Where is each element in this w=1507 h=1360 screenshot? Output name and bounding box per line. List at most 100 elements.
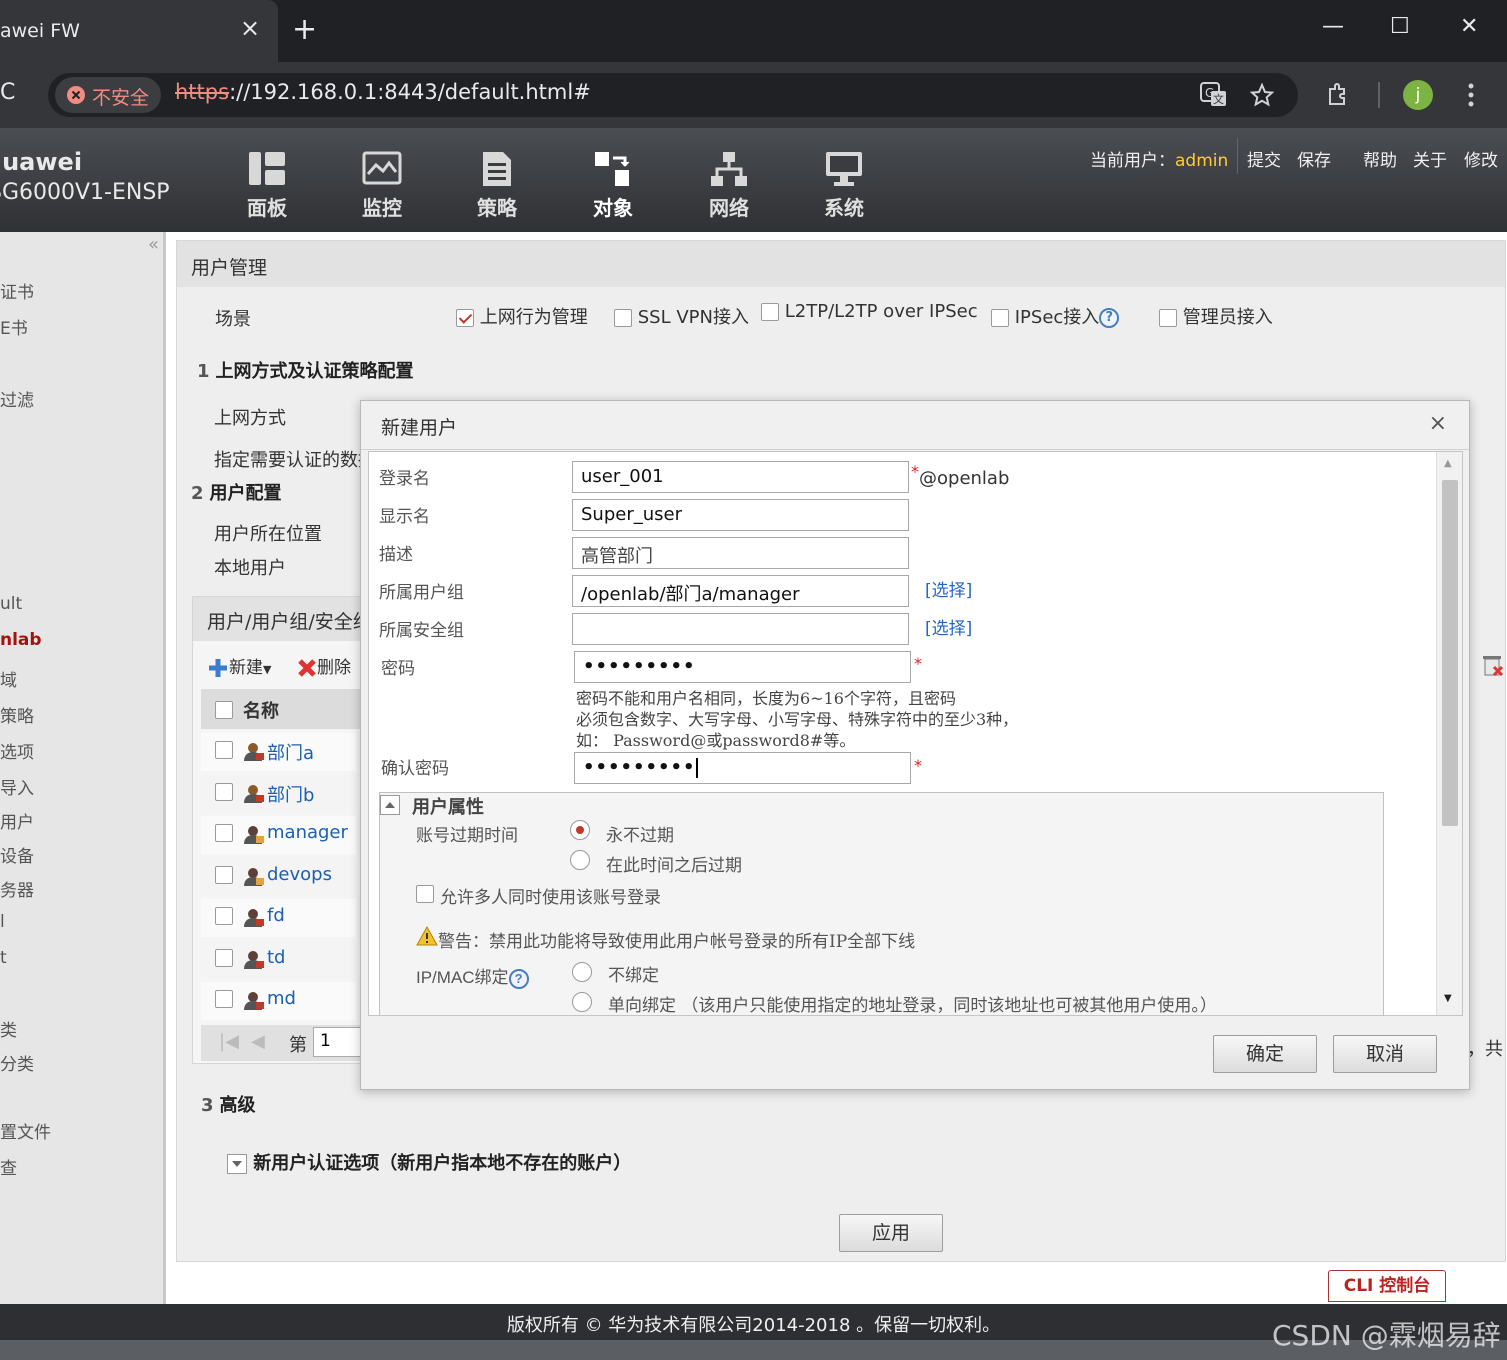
radio-never-expire[interactable] <box>570 819 590 840</box>
row-checkbox[interactable] <box>215 990 233 1008</box>
scene-option-l2tp[interactable]: L2TP/L2TP over IPSec <box>761 301 978 322</box>
checkbox[interactable] <box>614 309 632 327</box>
checkbox[interactable] <box>761 303 779 321</box>
table-row[interactable]: 部门a <box>201 733 356 771</box>
table-row[interactable]: md <box>201 982 356 1020</box>
scrollbar-thumb[interactable] <box>1442 480 1458 826</box>
sidebar-item[interactable]: 选项 <box>0 738 34 763</box>
save-link[interactable]: 保存 <box>1297 146 1331 171</box>
sidebar-item[interactable]: 查 <box>0 1154 17 1179</box>
display-name-input[interactable]: Super_user <box>572 499 909 531</box>
row-name[interactable]: fd <box>267 905 285 926</box>
select-user-group-link[interactable]: [选择] <box>925 576 972 601</box>
sidebar-item[interactable]: 域 <box>0 666 17 691</box>
delete-all-icon[interactable] <box>1480 653 1506 679</box>
row-name[interactable]: 部门b <box>267 781 314 807</box>
about-link[interactable]: 关于 <box>1413 146 1447 171</box>
new-user-auth-toggle[interactable]: 新用户认证选项（新用户指本地不存在的账户） <box>227 1149 631 1175</box>
first-page-icon[interactable]: |◀ <box>219 1031 239 1052</box>
checkbox[interactable] <box>1159 309 1177 327</box>
sidebar-item[interactable]: t <box>0 948 7 968</box>
modify-link[interactable]: 修改 <box>1464 146 1507 171</box>
description-input[interactable]: 高管部门 <box>572 537 909 569</box>
profile-avatar[interactable]: j <box>1403 80 1433 110</box>
security-chip[interactable]: 不安全 <box>55 77 161 113</box>
row-checkbox[interactable] <box>215 865 233 884</box>
sidebar-item-active[interactable]: nlab <box>0 630 42 650</box>
table-row[interactable]: devops <box>201 857 356 896</box>
scene-option-ipsec[interactable]: IPSec接入? <box>991 303 1120 329</box>
sidebar-item[interactable]: ult <box>0 594 22 614</box>
dialog-scrollbar[interactable]: ▲ ▼ <box>1436 452 1462 1015</box>
sidebar-item[interactable]: 过滤 <box>0 386 34 411</box>
cli-console-button[interactable]: CLI 控制台 <box>1328 1270 1446 1302</box>
radio-one-way-bind[interactable] <box>572 991 592 1012</box>
star-icon[interactable] <box>1250 83 1274 107</box>
table-row[interactable]: td <box>201 940 356 979</box>
confirm-password-input[interactable]: ••••••••• <box>574 752 911 784</box>
checkbox-checked[interactable] <box>456 309 474 327</box>
sidebar-item[interactable]: 类 <box>0 1016 17 1041</box>
sidebar-item[interactable]: 分类 <box>0 1050 34 1075</box>
ok-button[interactable]: 确定 <box>1213 1035 1317 1073</box>
row-name[interactable]: manager <box>267 822 348 843</box>
security-group-input[interactable] <box>572 613 909 645</box>
sidebar-item[interactable]: 用户 <box>0 808 34 833</box>
row-checkbox[interactable] <box>215 782 233 801</box>
delete-button[interactable]: 删除 <box>297 653 351 678</box>
checkbox[interactable] <box>991 309 1009 327</box>
select-all-checkbox[interactable] <box>215 701 233 719</box>
row-checkbox[interactable] <box>215 741 233 759</box>
table-row[interactable]: manager <box>201 816 356 854</box>
sidebar-item[interactable]: 设备 <box>0 842 34 867</box>
sidebar-item[interactable]: 导入 <box>0 774 34 799</box>
sidebar-item[interactable]: 证书 <box>0 278 34 303</box>
nav-dashboard[interactable]: 面板 <box>232 150 302 221</box>
nav-network[interactable]: 网络 <box>694 150 764 221</box>
dialog-close-icon[interactable]: × <box>1429 411 1447 436</box>
scene-option-web[interactable]: 上网行为管理 <box>456 303 588 329</box>
row-name[interactable]: 部门a <box>267 739 314 765</box>
sidebar-item[interactable]: l <box>0 912 5 932</box>
multi-login-checkbox[interactable] <box>416 883 434 903</box>
sidebar-item[interactable]: 务器 <box>0 876 34 901</box>
row-name[interactable]: md <box>267 988 296 1009</box>
scene-option-sslvpn[interactable]: SSL VPN接入 <box>614 303 749 329</box>
scroll-up-icon[interactable]: ▲ <box>1444 458 1452 469</box>
maximize-icon[interactable]: ☐ <box>1390 14 1410 39</box>
reload-icon[interactable]: C <box>0 80 15 105</box>
window-close-icon[interactable]: ✕ <box>1460 14 1478 39</box>
row-checkbox[interactable] <box>215 948 233 967</box>
url-text[interactable]: https://192.168.0.1:8443/default.html# <box>175 80 591 104</box>
sidebar-item[interactable]: 策略 <box>0 702 34 727</box>
row-name[interactable]: devops <box>267 864 332 885</box>
table-row[interactable]: fd <box>201 899 356 937</box>
radio[interactable] <box>570 849 590 870</box>
cancel-button[interactable]: 取消 <box>1333 1035 1437 1073</box>
login-name-input[interactable]: user_001 <box>572 461 909 493</box>
new-tab-icon[interactable]: + <box>292 12 317 47</box>
nav-policy[interactable]: 策略 <box>462 150 532 221</box>
user-group-input[interactable]: /openlab/部门a/manager <box>572 575 909 607</box>
help-icon[interactable]: ? <box>1099 308 1120 328</box>
radio[interactable] <box>572 991 592 1012</box>
apply-button[interactable]: 应用 <box>839 1214 943 1252</box>
prev-page-icon[interactable]: ◀ <box>251 1031 265 1052</box>
help-link[interactable]: 帮助 <box>1363 146 1397 171</box>
collapse-up-icon[interactable] <box>380 795 400 815</box>
translate-icon[interactable]: G文 <box>1200 82 1228 108</box>
browser-tab[interactable]: awei FW × <box>0 0 278 62</box>
submit-link[interactable]: 提交 <box>1247 146 1281 171</box>
sidebar-item[interactable]: E书 <box>0 314 28 339</box>
nav-system[interactable]: 系统 <box>809 150 879 221</box>
help-icon[interactable]: ? <box>508 968 529 989</box>
collapse-icon[interactable]: « <box>148 234 159 255</box>
password-input[interactable]: ••••••••• <box>574 651 911 683</box>
minimize-icon[interactable]: — <box>1322 14 1344 39</box>
radio-selected[interactable] <box>570 819 590 840</box>
sidebar-item[interactable]: 置文件 <box>0 1118 51 1143</box>
radio-expire-after[interactable] <box>570 849 590 870</box>
extensions-icon[interactable] <box>1326 82 1352 108</box>
radio-no-bind[interactable] <box>572 961 592 982</box>
table-row[interactable]: 部门b <box>201 774 356 813</box>
